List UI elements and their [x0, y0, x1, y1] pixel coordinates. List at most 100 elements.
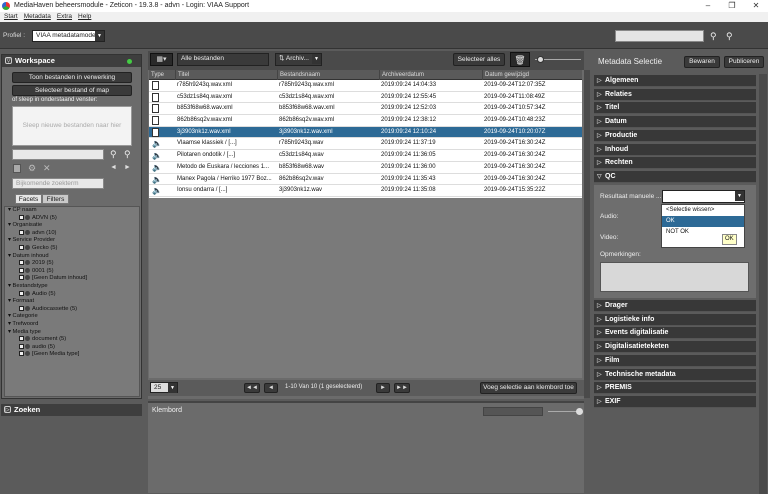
exclude-icon[interactable] [25, 229, 30, 235]
sort-select[interactable]: ⇅ Archiv... ▼ [275, 53, 322, 66]
previous-page-button[interactable]: ◄ [264, 383, 278, 393]
table-row[interactable]: 🔈 Vlaamse klassiek / [...] r785h9243q.wav 2… [149, 138, 582, 151]
facet-group[interactable]: ▾ Media type [5, 329, 139, 337]
table-row[interactable]: 862b86sq2v.wav.xml 862b86sq2v.wav.xml 2019… [149, 115, 582, 127]
checkbox[interactable] [19, 351, 24, 357]
minimize-icon[interactable]: – [696, 0, 720, 12]
page-size-select[interactable]: 25 ▼ [150, 382, 178, 393]
advanced-search-icon[interactable]: ⚲ [726, 31, 733, 41]
section-digitalisatieteketen[interactable]: ▷ Digitalisatieteketen [594, 341, 756, 354]
exclude-icon[interactable] [25, 305, 30, 311]
col-type[interactable]: Type [149, 70, 164, 80]
facet-item[interactable]: Audiocassette (5) [5, 305, 139, 314]
table-row[interactable]: 🔈 Metodo de Euskara / lecciones 1... b853f… [149, 162, 582, 174]
facet-group[interactable]: ▾ Datum inhoud [5, 253, 139, 261]
facet-item[interactable]: [Geen Datum inhoud] [5, 275, 139, 283]
exclude-icon[interactable] [25, 275, 30, 281]
checkbox[interactable] [19, 336, 24, 342]
table-row[interactable]: 3j3903nk1z.wav.xml 3j3903nk1z.wav.xml 2019… [149, 126, 582, 139]
facet-group[interactable]: ▾ Formaat [5, 298, 139, 306]
col-bestandsnaam[interactable]: Bestandsnaam [277, 70, 320, 80]
section-film[interactable]: ▷ Film [594, 354, 756, 367]
search-icon[interactable]: ⚲ [110, 149, 117, 159]
show-processing-button[interactable]: Toon bestanden in verwerking [12, 72, 132, 83]
section-technische-metadata[interactable]: ▷ Technische metadata [594, 368, 756, 381]
exclude-icon[interactable] [25, 336, 30, 342]
drop-zone[interactable]: Sleep nieuwe bestanden naar hier [12, 106, 132, 146]
menu-help[interactable]: Help [78, 12, 91, 22]
section-productie[interactable]: ▷ Productie [594, 129, 756, 142]
exclude-icon[interactable] [25, 267, 30, 273]
tab-filters[interactable]: Filters [42, 194, 69, 204]
checkbox[interactable] [19, 275, 24, 281]
section-qc[interactable]: ▽ QC [594, 170, 756, 183]
facet-group[interactable]: ▾ Bestandstype [5, 283, 139, 291]
settings-icon[interactable]: ⚙ [28, 163, 36, 173]
facet-item[interactable]: audio (5) [5, 343, 139, 352]
previous-icon[interactable]: ◄ [110, 163, 117, 173]
col-titel[interactable]: Titel [175, 70, 189, 80]
option-clear-selection[interactable]: <Selectie wissen> [662, 205, 744, 216]
facet-item[interactable]: 2019 (5) [5, 260, 139, 268]
section-datum[interactable]: ▷ Datum [594, 116, 756, 129]
delete-icon[interactable]: ✕ [43, 163, 51, 173]
option-ok[interactable]: OK [662, 216, 744, 227]
additional-search-term-input[interactable]: Bijkomende zoekterm [12, 178, 104, 189]
select-all-button[interactable]: Selecteer alles [453, 53, 505, 66]
section-logistieke-info[interactable]: ▷ Logistieke info [594, 313, 756, 326]
facet-group[interactable]: ▾ Trefwoord [5, 321, 139, 329]
close-icon[interactable]: ✕ [744, 0, 768, 12]
facet-item[interactable]: Gecko (5) [5, 244, 139, 253]
zoom-slider-handle[interactable] [537, 56, 544, 63]
facet-group[interactable]: ▾ Service Provider [5, 237, 139, 245]
checkbox[interactable] [19, 229, 24, 235]
clipboard-slider-handle[interactable] [576, 408, 583, 415]
last-page-button[interactable]: ►► [394, 383, 410, 393]
exclude-icon[interactable] [25, 290, 30, 296]
clipboard-select[interactable] [483, 407, 543, 416]
checkbox[interactable] [19, 290, 24, 296]
new-document-icon[interactable] [13, 164, 21, 173]
table-row[interactable]: 🔈 Pilotaren ondotik / [...] c53dz1s84q.wav… [149, 150, 582, 162]
qc-result-select[interactable]: ▼ [662, 190, 745, 203]
workspace-search-input[interactable] [12, 149, 104, 160]
section-exif[interactable]: ▷ EXIF [594, 395, 756, 408]
table-row[interactable]: 🔈 Ionsu ondarra / [...] 3j3903nk1z.wav 2019… [149, 185, 582, 197]
search-header[interactable]: ▷ Zoeken [1, 404, 142, 416]
facet-group[interactable]: ▾ CP naam [5, 207, 139, 215]
maximize-icon[interactable]: ❐ [720, 0, 744, 12]
publish-button[interactable]: Publiceren [724, 56, 764, 68]
file-filter-select[interactable]: Alle bestanden [177, 53, 269, 66]
next-icon[interactable]: ► [124, 163, 131, 173]
section-relaties[interactable]: ▷ Relaties [594, 88, 756, 101]
section-premis[interactable]: ▷ PREMIS [594, 382, 756, 395]
trash-icon[interactable]: 🗑 [510, 52, 530, 67]
tab-facets[interactable]: Facets [15, 194, 42, 204]
exclude-icon[interactable] [25, 260, 30, 266]
exclude-icon[interactable] [25, 214, 30, 220]
section-events-digitalisatie[interactable]: ▷ Events digitalisatie [594, 327, 756, 340]
metadata-scrollbar[interactable] [759, 74, 767, 494]
exclude-icon[interactable] [25, 244, 30, 250]
exclude-icon[interactable] [25, 343, 30, 349]
add-to-clipboard-button[interactable]: Voeg selectie aan klembord toe [480, 382, 577, 394]
section-titel[interactable]: ▷ Titel [594, 102, 756, 115]
facet-item[interactable]: [Geen Media type] [5, 351, 139, 359]
exclude-icon[interactable] [25, 351, 30, 357]
facet-item[interactable]: advn (10) [5, 229, 139, 238]
table-row[interactable]: b853f68w68.wav.xml b853f68w68.wav.xml 2019… [149, 103, 582, 116]
menu-metadata[interactable]: Metadata [24, 12, 51, 22]
view-mode-button[interactable]: ▦▾ [150, 53, 173, 66]
table-row[interactable]: c53dz1s84q.wav.xml c53dz1s84q.wav.xml 2019… [149, 92, 582, 104]
checkbox[interactable] [19, 343, 24, 349]
menu-extra[interactable]: Extra [57, 12, 72, 22]
save-button[interactable]: Bewaren [684, 56, 720, 68]
splitter[interactable] [584, 70, 590, 398]
facet-group[interactable]: ▾ Organisatie [5, 222, 139, 230]
first-page-button[interactable]: ◄◄ [244, 383, 260, 393]
section-drager[interactable]: ▷ Drager [594, 300, 756, 312]
qc-remarks-textarea[interactable] [600, 262, 749, 292]
menu-start[interactable]: Start [4, 12, 18, 22]
checkbox[interactable] [19, 214, 24, 220]
facet-group[interactable]: ▾ Categorie [5, 313, 139, 321]
